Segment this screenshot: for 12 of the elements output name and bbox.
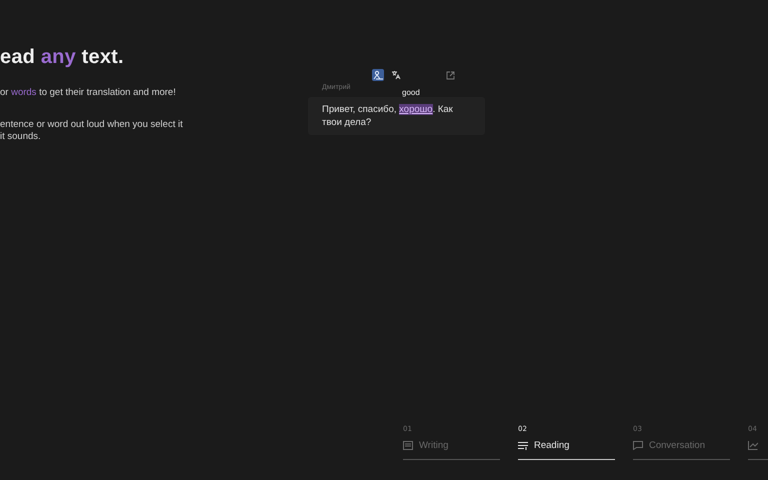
reader-icon[interactable] (372, 69, 384, 81)
heading: ead any text. (0, 46, 125, 69)
paragraph: or words to get their translation and more! (0, 87, 177, 99)
translate-icon[interactable] (390, 69, 402, 81)
external-link-icon[interactable] (444, 69, 456, 81)
line-chart-icon (748, 440, 758, 450)
chat-bubble-icon (633, 440, 643, 450)
message-text: Привет, спасибо, хорошо. Как твои дела? (322, 103, 454, 129)
paragraph: entence or word out loud when you select it it sounds. (0, 119, 184, 143)
text-box-icon (403, 440, 413, 450)
translation-label: good (402, 88, 420, 97)
lines-icon (518, 440, 528, 450)
